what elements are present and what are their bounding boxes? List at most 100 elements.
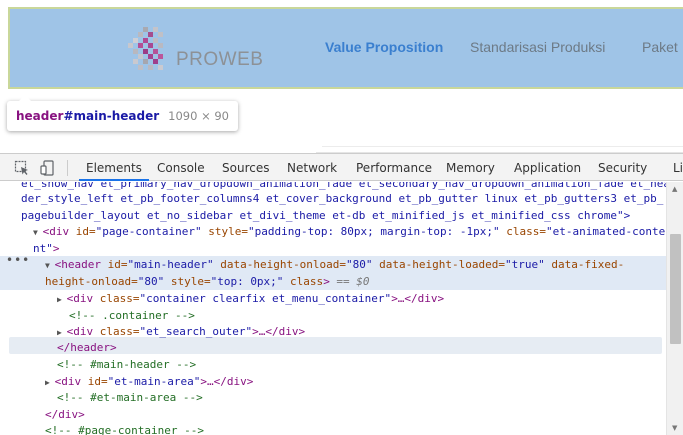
logo-text: PROWEB	[176, 49, 264, 70]
elements-tree: et_show_nav et_primary_nav_dropdown_anim…	[0, 182, 666, 435]
attr-value: "top: 0px;"	[210, 275, 284, 288]
tree-node-search-outer[interactable]: ▶ <div class="et_search_outer">…</div>	[0, 323, 666, 340]
tree-node-page-container[interactable]: ▼ <div id="page-container" style="paddin…	[0, 223, 666, 240]
tree-node-header-close[interactable]: </header>	[0, 339, 666, 356]
attr-name: class=	[499, 225, 546, 238]
scroll-down-icon[interactable]: ▼	[672, 424, 677, 432]
tag-close: >…</div>	[391, 292, 445, 305]
logo-pixel	[158, 64, 163, 70]
tag-close: >…</div>	[252, 325, 306, 338]
divider	[322, 146, 683, 147]
logo-pixel	[153, 59, 158, 65]
logo-pixel	[128, 43, 133, 49]
tab-security[interactable]: Security	[598, 154, 647, 181]
attr-value: "et_search_outer"	[139, 325, 253, 338]
tab-elements[interactable]: Elements	[79, 154, 149, 181]
attr-value: "et-animated-conte	[546, 225, 666, 238]
collapse-triangle-icon[interactable]: ▼	[45, 261, 55, 270]
inspect-element-icon[interactable]	[14, 160, 30, 176]
attr-name: style=	[201, 225, 248, 238]
devtools-toolbar: Elements Console Sources Network Perform…	[0, 154, 683, 181]
collapse-triangle-icon[interactable]: ▼	[33, 228, 43, 237]
attr-value: "80"	[346, 258, 373, 271]
logo-pixel	[143, 48, 148, 54]
tag-open: <div	[66, 325, 100, 338]
elements-scrollbar[interactable]: ▲ ▼	[666, 182, 683, 435]
tab-sources[interactable]: Sources	[222, 154, 269, 181]
tag-open: <div	[54, 375, 88, 388]
attr-value: "main-header"	[127, 258, 214, 271]
logo-pixel	[138, 54, 143, 59]
expand-triangle-icon[interactable]: ▶	[45, 378, 55, 387]
tab-performance[interactable]: Performance	[356, 154, 432, 181]
page-preview: PROWEB Value Proposition Standarisasi Pr…	[0, 0, 683, 153]
logo-pixel	[153, 37, 158, 43]
tab-overflow[interactable]: Li	[673, 154, 683, 181]
logo-pixel	[158, 54, 163, 59]
selected-node-marker: == $0	[329, 275, 370, 288]
attr-name: style=	[164, 275, 211, 288]
attr-value: "true"	[505, 258, 545, 271]
attr-name: class=	[99, 325, 140, 338]
logo-pixel	[153, 27, 158, 32]
attr-name: height-onload=	[45, 275, 138, 288]
tooltip-id: #main-header	[63, 109, 160, 123]
logo-pixel	[158, 43, 163, 49]
body-class-value: et_show_nav et_primary_nav_dropdown_anim…	[21, 182, 666, 190]
tooltip-dimensions: 1090 × 90	[168, 109, 230, 123]
logo-pixel	[153, 48, 158, 54]
scroll-up-icon[interactable]: ▲	[672, 185, 677, 193]
devtools-panel: Elements Console Sources Network Perform…	[0, 153, 683, 435]
expand-triangle-icon[interactable]: ▶	[57, 328, 67, 337]
attr-value: "80"	[137, 275, 165, 288]
tab-network[interactable]: Network	[287, 154, 337, 181]
more-options-icon[interactable]: •••	[6, 253, 30, 267]
expand-triangle-icon[interactable]: ▶	[57, 295, 67, 304]
attr-value: "et-main-area"	[107, 375, 201, 388]
logo-pixel	[148, 32, 153, 38]
tag-open: <div	[66, 292, 100, 305]
logo-pixel	[143, 37, 148, 43]
tab-console[interactable]: Console	[157, 154, 205, 181]
comment: <!-- #et-main-area -->	[57, 391, 203, 404]
attr-name: id=	[107, 258, 128, 271]
attr-name: class	[283, 275, 324, 288]
device-toolbar-icon[interactable]	[40, 160, 56, 176]
attr-name: id=	[87, 375, 108, 388]
tree-node-main-area[interactable]: ▶ <div id="et-main-area">…</div>	[0, 373, 666, 390]
logo-pixel	[138, 64, 143, 70]
logo-pixel	[138, 32, 143, 38]
tag-open: <header	[54, 258, 108, 271]
logo-pixel	[148, 64, 153, 70]
nav-value-proposition[interactable]: Value Proposition	[325, 39, 443, 55]
body-class-value: pagebuilder_layout et_no_sidebar et_divi…	[21, 209, 631, 222]
tab-application[interactable]: Application	[514, 154, 581, 181]
comment: <!-- .container -->	[69, 309, 195, 322]
comment: <!-- #main-header -->	[57, 358, 197, 371]
tag-close: >…</div>	[200, 375, 254, 388]
tree-line[interactable]: nt">	[0, 240, 666, 257]
logo-pixel	[133, 48, 138, 54]
tree-comment[interactable]: <!-- #page-container -->	[0, 422, 666, 435]
toolbar-separator	[67, 160, 68, 176]
tree-line[interactable]: pagebuilder_layout et_no_sidebar et_divi…	[0, 207, 666, 224]
tree-comment[interactable]: <!-- .container -->	[0, 307, 666, 324]
tree-comment[interactable]: <!-- #main-header -->	[0, 356, 666, 373]
scrollbar-thumb[interactable]	[670, 234, 681, 344]
body-class-value: der_style_left et_pb_footer_columns4 et_…	[21, 192, 664, 205]
nav-paket[interactable]: Paket	[642, 39, 678, 55]
tree-node-menu-container[interactable]: ▶ <div class="container clearfix et_menu…	[0, 290, 666, 307]
tag-close: </div>	[45, 408, 85, 421]
logo-pixel	[143, 27, 148, 32]
tree-node-main-header[interactable]: ▼ <header id="main-header" data-height-o…	[0, 256, 666, 273]
logo-pixel	[138, 43, 143, 49]
attr-value: "padding-top: 80px; margin-top: -1px;"	[247, 225, 500, 238]
tab-memory[interactable]: Memory	[446, 154, 495, 181]
nav-standarisasi-produksi[interactable]: Standarisasi Produksi	[470, 39, 605, 55]
logo-pixel	[143, 59, 148, 65]
tree-line[interactable]: height-onload="80" style="top: 0px;" cla…	[0, 273, 666, 290]
logo-pixel	[133, 59, 138, 65]
tree-comment[interactable]: <!-- #et-main-area -->	[0, 389, 666, 406]
tree-line[interactable]: der_style_left et_pb_footer_columns4 et_…	[0, 190, 666, 207]
tree-node-div-close[interactable]: </div>	[0, 406, 666, 423]
